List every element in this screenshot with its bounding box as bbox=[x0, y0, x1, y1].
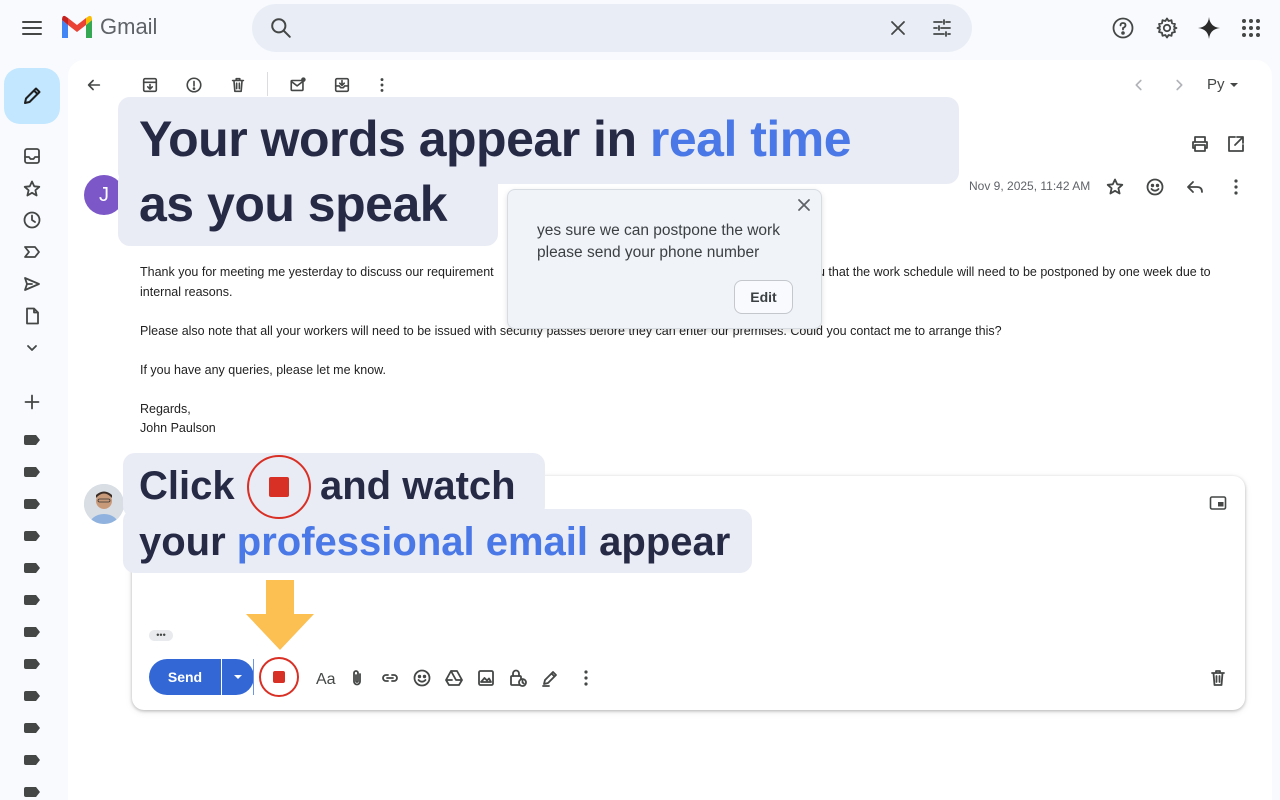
chevron-left-icon[interactable] bbox=[1130, 76, 1148, 94]
label-icon[interactable] bbox=[24, 563, 40, 573]
insert-emoji-icon[interactable] bbox=[412, 668, 432, 688]
discard-draft-icon[interactable] bbox=[1208, 668, 1228, 688]
search-bar[interactable] bbox=[252, 4, 972, 52]
drive-icon[interactable] bbox=[444, 668, 464, 688]
label-icon[interactable] bbox=[24, 531, 40, 541]
app-name: Gmail bbox=[100, 14, 158, 39]
svg-text:Aa: Aa bbox=[316, 671, 336, 688]
insert-photo-icon[interactable] bbox=[476, 668, 496, 688]
pencil-icon bbox=[24, 87, 41, 104]
caret-down-icon bbox=[1229, 82, 1238, 87]
gear-icon[interactable] bbox=[1155, 16, 1179, 40]
pop-out-icon[interactable] bbox=[1209, 494, 1227, 512]
email-body-line: Thank you for meeting me yesterday to di… bbox=[140, 265, 494, 279]
dictation-popup: yes sure we can postpone the work please… bbox=[507, 189, 822, 329]
instruction-line-2: your professional email appear bbox=[139, 520, 731, 564]
inbox-icon[interactable] bbox=[22, 146, 42, 166]
label-icon[interactable] bbox=[24, 787, 40, 797]
label-icon[interactable] bbox=[24, 755, 40, 765]
gmail-m-icon bbox=[62, 15, 92, 38]
add-label-icon[interactable] bbox=[22, 392, 42, 412]
send-divider bbox=[253, 659, 254, 695]
clock-icon[interactable] bbox=[22, 210, 42, 230]
star-icon[interactable] bbox=[22, 179, 42, 199]
sent-icon[interactable] bbox=[22, 274, 42, 294]
headline-line-2: as you speak bbox=[139, 176, 448, 232]
important-icon[interactable] bbox=[22, 242, 42, 262]
label-icon[interactable] bbox=[24, 595, 40, 605]
tune-icon[interactable] bbox=[932, 18, 952, 38]
label-icon[interactable] bbox=[24, 435, 40, 445]
gemini-sparkle-icon[interactable] bbox=[1197, 16, 1221, 40]
down-arrow-icon bbox=[246, 580, 314, 650]
open-new-window-icon[interactable] bbox=[1226, 134, 1246, 154]
label-icon[interactable] bbox=[24, 627, 40, 637]
email-body-line: u that the work schedule will need to be… bbox=[818, 265, 1211, 279]
transcript-text: yes sure we can postpone the work please… bbox=[537, 222, 780, 261]
instruction-click: Click bbox=[139, 464, 235, 508]
label-icon[interactable] bbox=[24, 499, 40, 509]
main-menu-button[interactable] bbox=[20, 18, 44, 38]
move-to-icon[interactable] bbox=[333, 76, 351, 94]
email-signature: John Paulson bbox=[140, 421, 216, 435]
email-body-paragraph: If you have any queries, please let me k… bbox=[140, 363, 386, 377]
input-tools-button[interactable]: Pу bbox=[1207, 76, 1239, 93]
print-icon[interactable] bbox=[1190, 134, 1210, 154]
star-icon[interactable] bbox=[1105, 177, 1125, 197]
stop-icon bbox=[273, 671, 285, 683]
back-arrow-icon[interactable] bbox=[85, 76, 103, 94]
stop-icon bbox=[269, 477, 289, 497]
label-icon[interactable] bbox=[24, 659, 40, 669]
close-icon[interactable] bbox=[797, 198, 811, 212]
caret-down-icon bbox=[234, 675, 242, 679]
headline-line-1: Your words appear in real time bbox=[139, 111, 852, 167]
compose-button[interactable] bbox=[4, 68, 60, 124]
chevron-right-icon[interactable] bbox=[1170, 76, 1188, 94]
toolbar-divider bbox=[267, 72, 268, 96]
close-icon[interactable] bbox=[888, 18, 908, 38]
archive-icon[interactable] bbox=[141, 76, 159, 94]
show-trimmed-content-button[interactable]: ••• bbox=[149, 630, 173, 641]
drafts-icon[interactable] bbox=[22, 306, 42, 326]
input-tools-label: Pу bbox=[1207, 76, 1225, 93]
chevron-down-icon[interactable] bbox=[22, 338, 42, 358]
emoji-react-icon[interactable] bbox=[1145, 177, 1165, 197]
label-icon[interactable] bbox=[24, 691, 40, 701]
formatting-options-icon[interactable]: Aa bbox=[316, 668, 338, 688]
insert-link-icon[interactable] bbox=[380, 668, 400, 688]
stop-recording-illustration bbox=[247, 455, 311, 519]
more-options-icon[interactable] bbox=[576, 668, 596, 688]
mark-unread-icon[interactable] bbox=[289, 76, 307, 94]
reply-icon[interactable] bbox=[1185, 177, 1205, 197]
more-vert-icon[interactable] bbox=[373, 76, 391, 94]
report-spam-icon[interactable] bbox=[185, 76, 203, 94]
confidential-mode-icon[interactable] bbox=[508, 668, 528, 688]
edit-button[interactable]: Edit bbox=[734, 280, 793, 314]
send-button[interactable]: Send bbox=[149, 659, 221, 695]
hamburger-icon bbox=[22, 21, 42, 35]
attach-file-icon[interactable] bbox=[347, 668, 367, 688]
gmail-logo[interactable]: Gmail bbox=[60, 14, 157, 40]
delete-icon[interactable] bbox=[229, 76, 247, 94]
stop-recording-button[interactable] bbox=[259, 657, 299, 697]
user-photo bbox=[84, 484, 124, 524]
search-icon[interactable] bbox=[270, 17, 292, 39]
more-vert-icon[interactable] bbox=[1226, 177, 1246, 197]
apps-grid-icon[interactable] bbox=[1239, 16, 1263, 40]
signature-icon[interactable] bbox=[540, 668, 560, 688]
label-icon[interactable] bbox=[24, 723, 40, 733]
email-signoff: Regards, bbox=[140, 402, 191, 416]
label-icon[interactable] bbox=[24, 467, 40, 477]
user-avatar[interactable] bbox=[84, 484, 124, 524]
help-icon[interactable] bbox=[1111, 16, 1135, 40]
instruction-watch: and watch bbox=[320, 464, 516, 508]
email-date: Nov 9, 2025, 11:42 AM bbox=[969, 179, 1091, 193]
